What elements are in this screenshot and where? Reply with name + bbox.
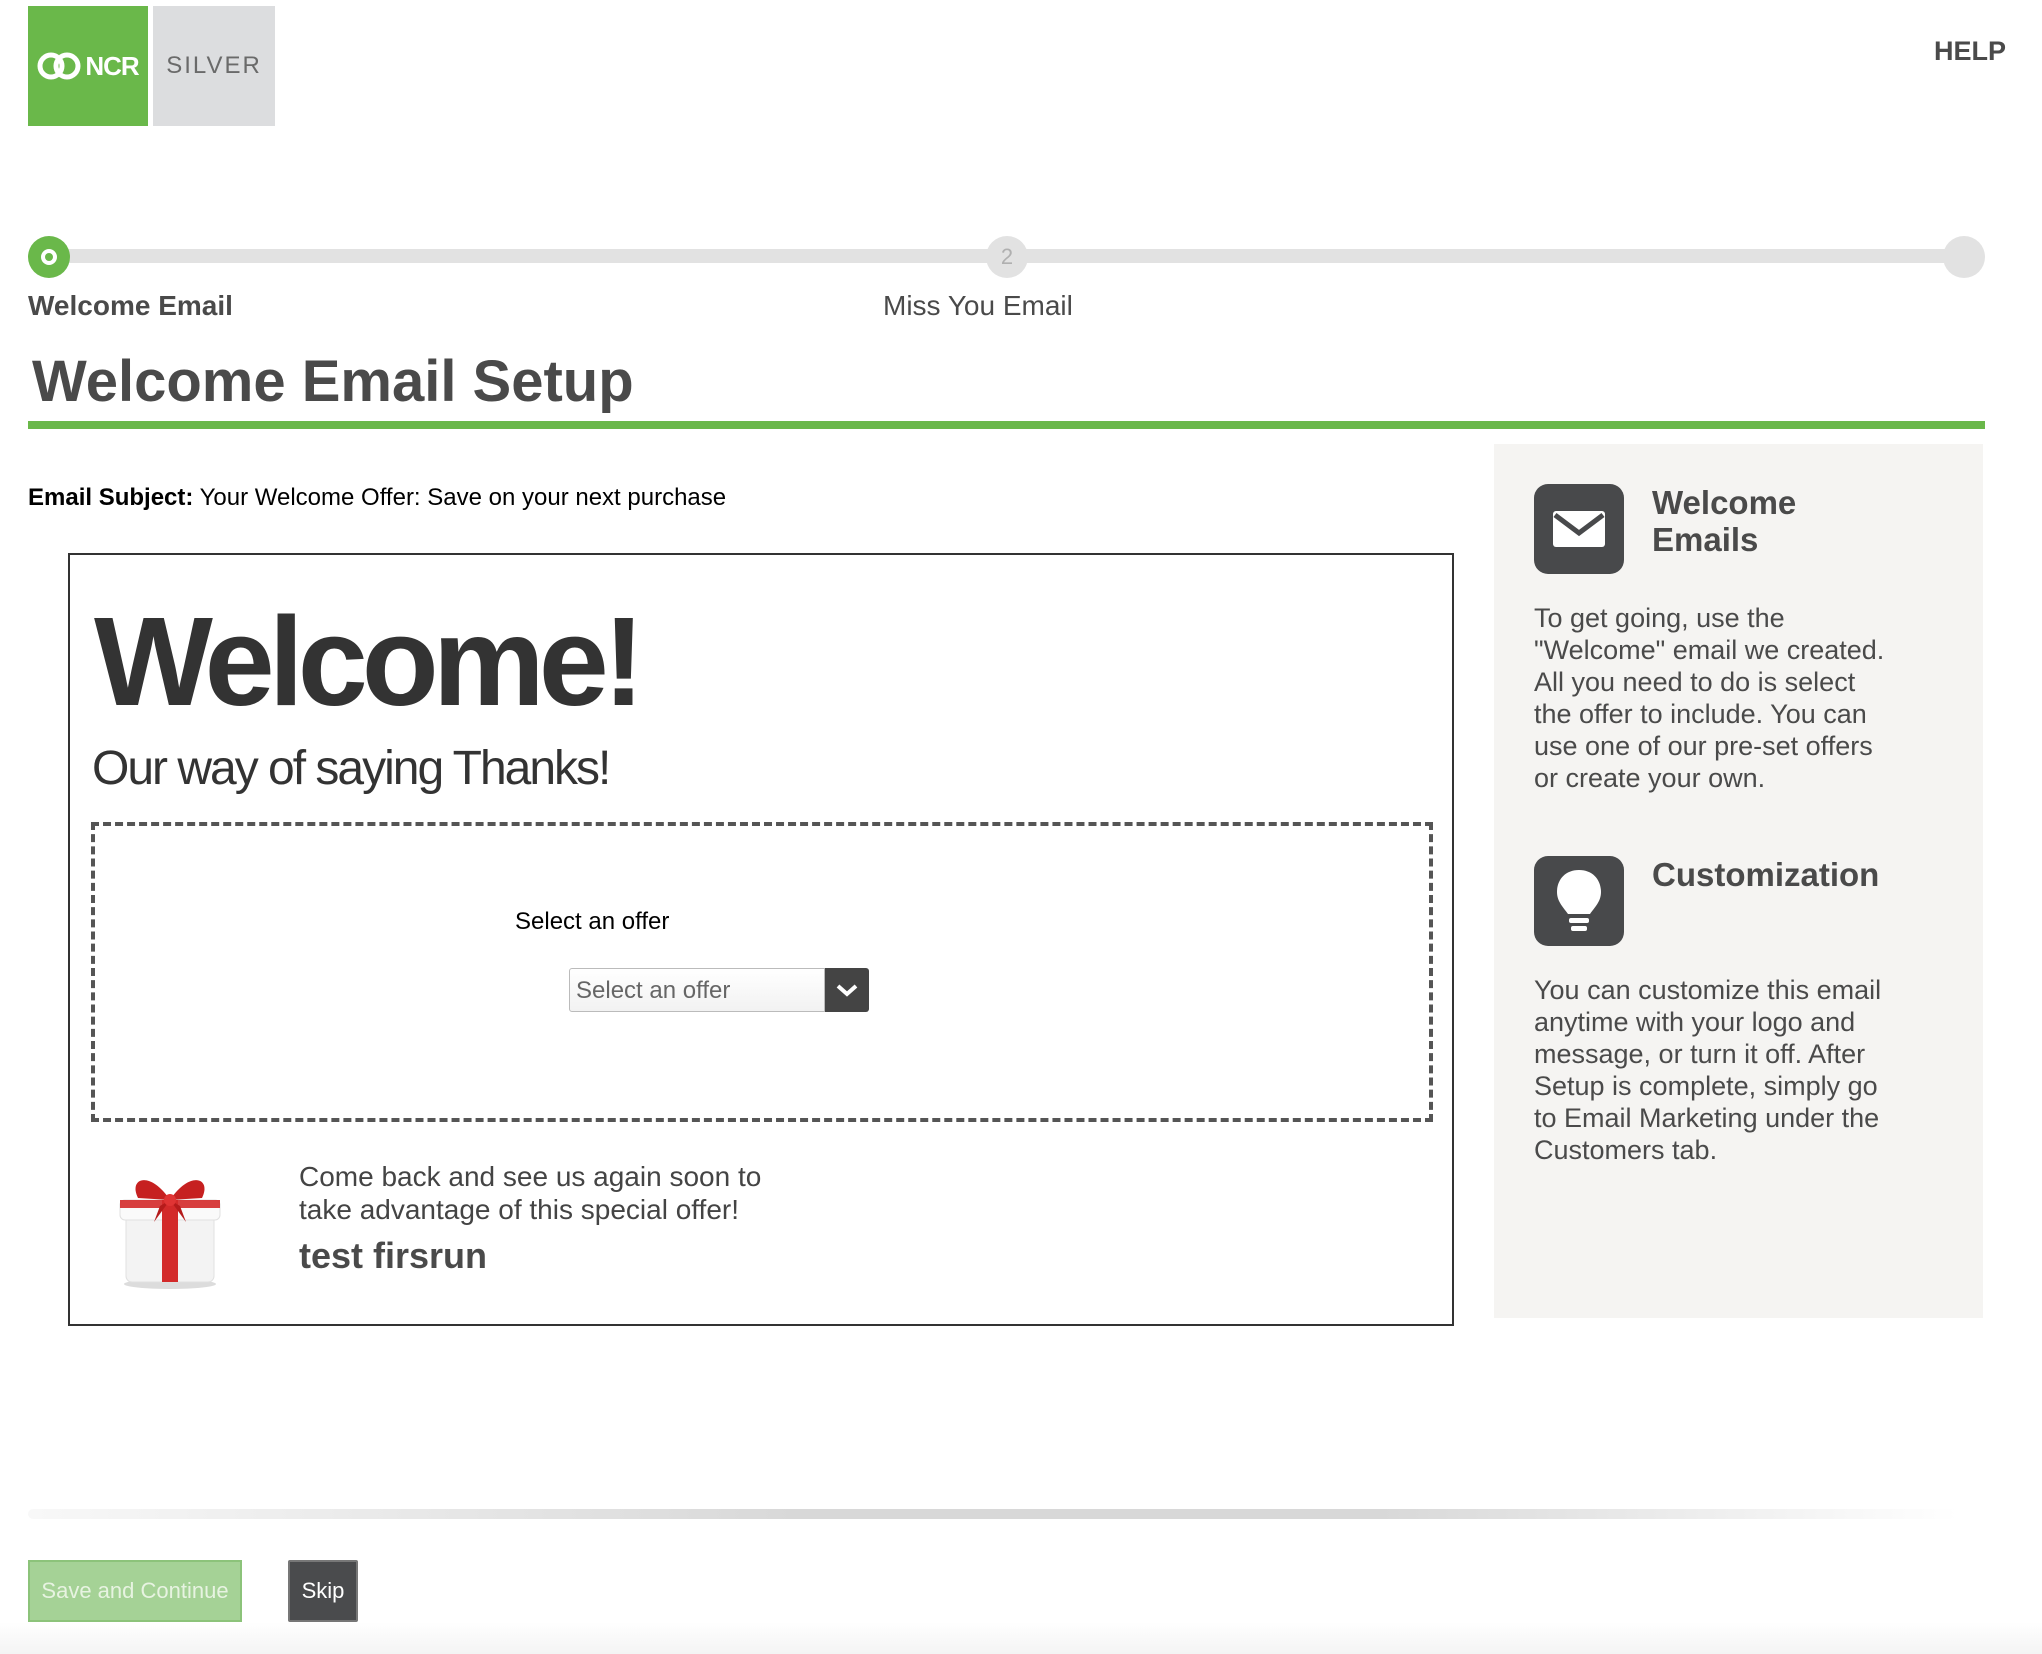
- gift-box-icon: [119, 1180, 221, 1289]
- email-closing-line-1: Come back and see us again soon to: [299, 1161, 762, 1192]
- step-2-label: Miss You Email: [883, 290, 1073, 321]
- customization-text: You can customize this email anytime wit…: [1534, 975, 1882, 1165]
- envelope-icon: [1534, 484, 1624, 574]
- ncr-logo-text: NCR: [85, 50, 139, 81]
- skip-button[interactable]: Skip: [288, 1560, 358, 1622]
- progress-stepper: 2: [28, 236, 1985, 280]
- footer-divider: [28, 1509, 1958, 1519]
- save-and-continue-button[interactable]: Save and Continue: [28, 1560, 242, 1622]
- email-subject-value: Your Welcome Offer: Save on your next pu…: [199, 484, 727, 511]
- step-1-label: Welcome Email: [28, 290, 233, 321]
- lightbulb-icon: [1534, 856, 1624, 946]
- customization-heading: Customization: [1652, 856, 1880, 893]
- offer-selection-area: Select an offer Select an offer: [91, 822, 1433, 1122]
- silver-logo-text: SILVER: [166, 52, 262, 79]
- help-sidebar: Welcome Emails To get going, use the "We…: [1494, 444, 1983, 1318]
- email-closing-line-2: take advantage of this special offer!: [299, 1194, 739, 1225]
- offer-prompt: Select an offer: [515, 908, 670, 935]
- title-divider: [28, 421, 1985, 429]
- chevron-down-icon[interactable]: [825, 968, 869, 1012]
- store-name: test firsrun: [299, 1235, 488, 1276]
- step-1-indicator: [28, 236, 70, 278]
- ncr-logo: NCR: [28, 6, 148, 126]
- ncr-symbol-icon: [37, 52, 81, 80]
- step-2-indicator: 2: [986, 236, 1028, 278]
- email-subject: Email Subject: Your Welcome Offer: Save …: [28, 484, 726, 512]
- email-subject-label: Email Subject:: [28, 484, 194, 511]
- email-headline: Welcome!: [94, 591, 645, 732]
- offer-select-value[interactable]: Select an offer: [569, 968, 825, 1012]
- page-title: Welcome Email Setup: [32, 349, 634, 414]
- email-subheadline: Our way of saying Thanks!: [92, 742, 611, 795]
- offer-select[interactable]: Select an offer: [569, 968, 869, 1012]
- help-link[interactable]: HELP: [1934, 36, 2006, 67]
- step-3-indicator: [1943, 236, 1985, 278]
- welcome-emails-heading: Welcome Emails: [1652, 484, 1797, 558]
- footer-bar: [0, 1622, 2042, 1654]
- email-closing-text: Come back and see us again soon to take …: [299, 1160, 761, 1226]
- welcome-emails-text: To get going, use the "Welcome" email we…: [1534, 603, 1885, 793]
- email-preview: Welcome! Our way of saying Thanks! Selec…: [68, 553, 1454, 1326]
- silver-logo: SILVER: [153, 6, 275, 126]
